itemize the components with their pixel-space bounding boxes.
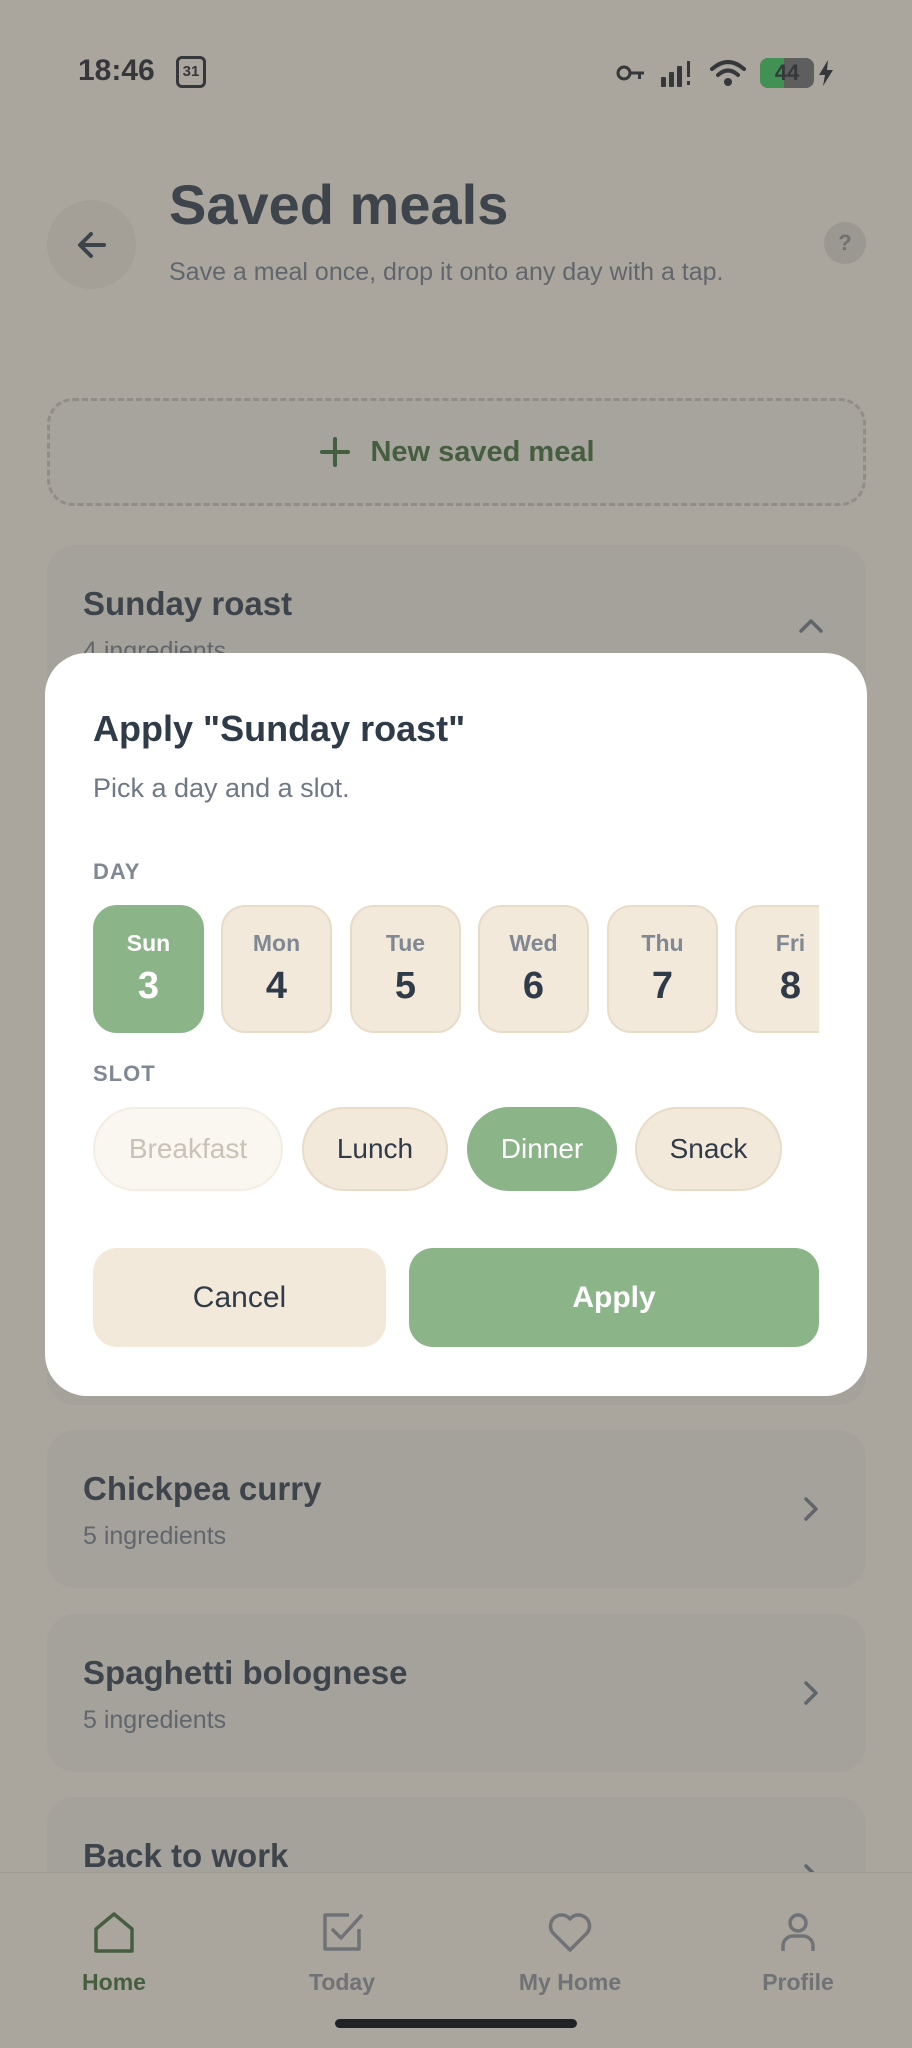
apply-meal-dialog: Apply "Sunday roast" Pick a day and a sl… [45, 653, 867, 1396]
day-number: 3 [137, 965, 160, 1007]
dialog-title: Apply "Sunday roast" [93, 708, 466, 749]
home-indicator[interactable] [335, 2019, 577, 2028]
day-chip-sun[interactable]: Sun 3 [93, 905, 204, 1033]
day-number: 6 [522, 965, 545, 1007]
slot-chip-breakfast: Breakfast [93, 1107, 283, 1191]
day-name: Mon [252, 930, 301, 956]
day-section-label: DAY [93, 859, 141, 884]
apply-button[interactable]: Apply [409, 1248, 819, 1347]
day-picker[interactable]: Sun 3 Mon 4 Tue 5 Wed 6 Thu 7 Fri 8 [93, 905, 819, 1033]
day-name: Thu [641, 930, 684, 956]
day-number: 8 [779, 965, 802, 1007]
slot-chip-lunch[interactable]: Lunch [302, 1107, 448, 1191]
day-number: 4 [265, 965, 288, 1007]
day-name: Fri [775, 930, 806, 956]
cancel-button[interactable]: Cancel [93, 1248, 386, 1347]
slot-chip-dinner[interactable]: Dinner [467, 1107, 617, 1191]
dialog-subtitle: Pick a day and a slot. [93, 773, 350, 803]
day-chip-thu[interactable]: Thu 7 [607, 905, 718, 1033]
day-name: Tue [385, 930, 426, 956]
day-number: 5 [394, 965, 417, 1007]
day-number: 7 [651, 965, 674, 1007]
slot-chip-snack[interactable]: Snack [635, 1107, 782, 1191]
day-name: Wed [509, 930, 558, 956]
slot-section-label: SLOT [93, 1061, 156, 1086]
day-chip-wed[interactable]: Wed 6 [478, 905, 589, 1033]
day-chip-fri[interactable]: Fri 8 [735, 905, 819, 1033]
day-chip-mon[interactable]: Mon 4 [221, 905, 332, 1033]
day-name: Sun [126, 930, 171, 956]
day-chip-tue[interactable]: Tue 5 [350, 905, 461, 1033]
